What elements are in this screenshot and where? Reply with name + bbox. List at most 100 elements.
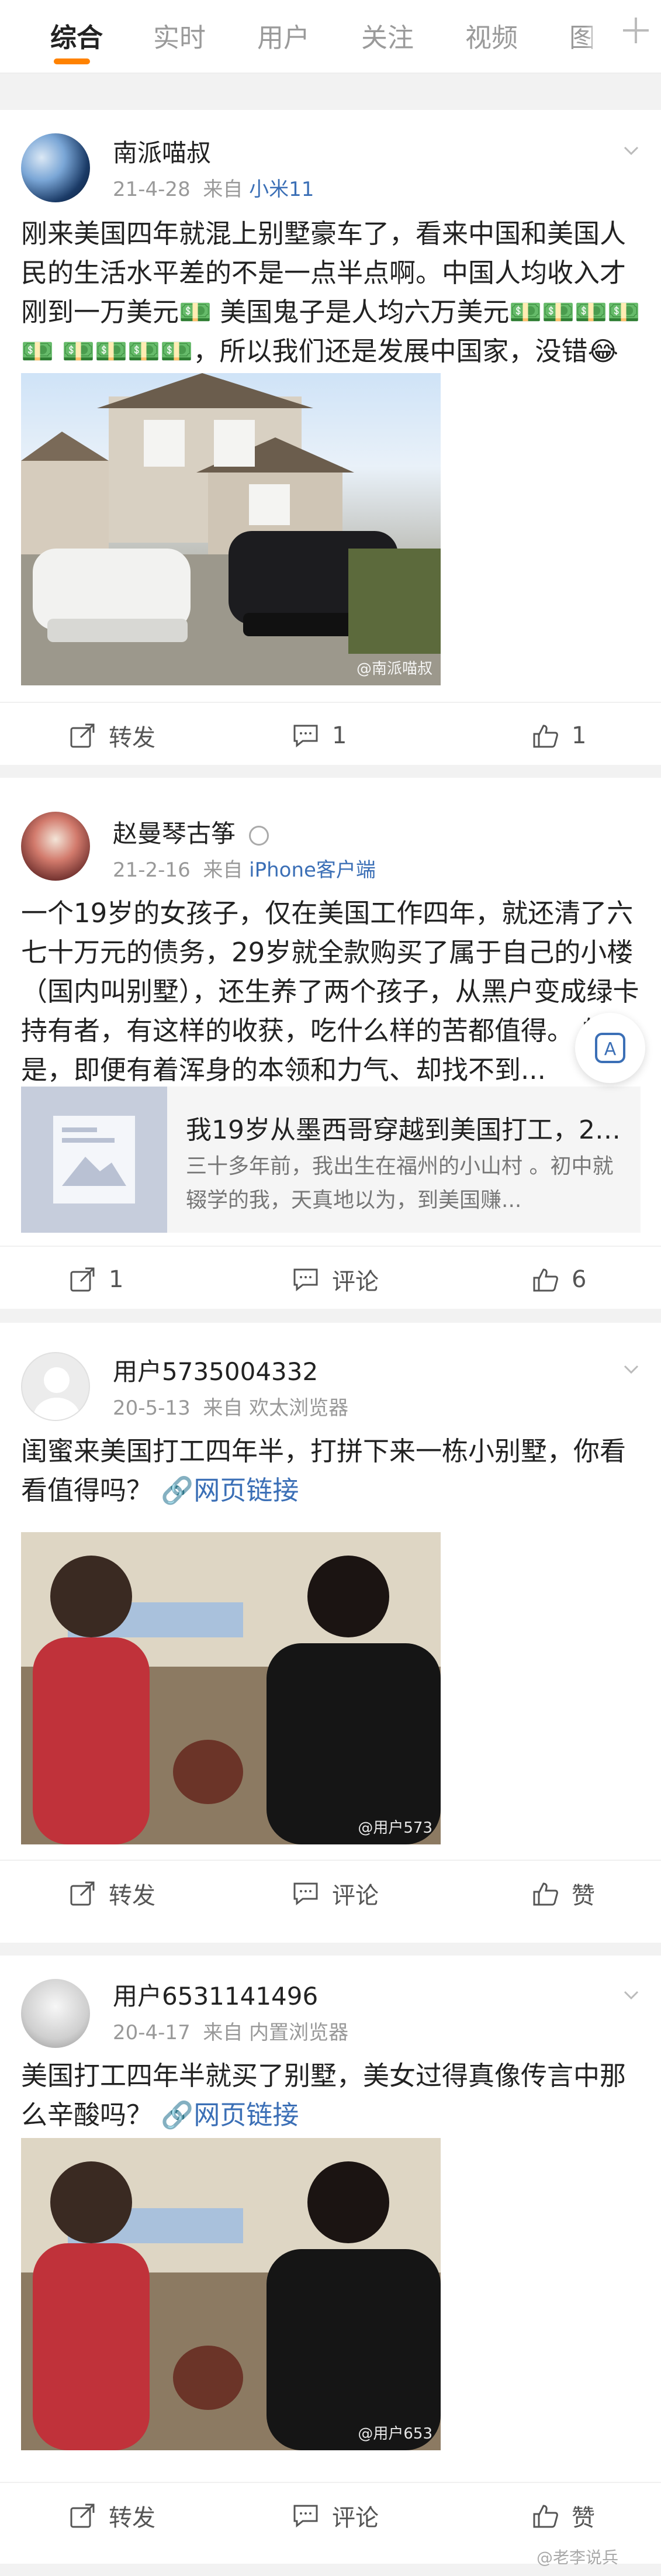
post-image-video[interactable]: @用户573 (21, 1532, 441, 1844)
comment-button[interactable]: 1 (292, 719, 347, 752)
chevron-down-icon[interactable] (622, 1360, 640, 1378)
article-title: 我19岁从墨西哥穿越到美国打工，29岁全款买别墅 (186, 1115, 630, 1145)
avatar[interactable] (21, 812, 90, 881)
thumbs-up-icon (533, 2505, 558, 2528)
footer-watermark: @老李说兵 (537, 2548, 619, 2567)
tab-comprehensive[interactable]: 综合 (50, 16, 103, 54)
action-bar: 转发 评论 赞 (0, 2482, 661, 2546)
username[interactable]: 赵曼琴古筝 (113, 814, 269, 850)
comment-button[interactable]: 评论 (292, 1877, 379, 1910)
web-link[interactable]: 🔗网页链接 (161, 2099, 299, 2130)
post-card: 赵曼琴古筝 21-2-16 来自 iPhone客户端 一个19岁的女孩子，仅在美… (0, 778, 661, 1309)
thumbs-up-icon (533, 1882, 558, 1906)
post-text: 美国打工四年半就买了别墅，美女过得真像传言中那么辛酸吗？ 🔗网页链接 (21, 2056, 641, 2134)
post-source: 内置浏览器 (249, 2021, 349, 2044)
from-label: 来自 (203, 178, 243, 201)
svg-text:A: A (604, 1039, 617, 1060)
repost-button[interactable]: 转发 (69, 1877, 155, 1910)
like-button[interactable]: 1 (532, 719, 586, 752)
like-label: 赞 (572, 2505, 595, 2532)
comment-button[interactable]: 评论 (292, 2499, 379, 2532)
username[interactable]: 用户6531141496 (113, 1977, 318, 2012)
username[interactable]: 南派喵叔 (113, 133, 211, 169)
tab-video[interactable]: 视频 (465, 16, 518, 54)
post-date: 20-4-17 (113, 2021, 191, 2044)
image-watermark: @南派喵叔 (356, 660, 432, 678)
post-source[interactable]: 小米11 (249, 178, 314, 201)
translate-icon: A (595, 1033, 625, 1063)
repost-count: 1 (109, 1266, 124, 1293)
like-button[interactable]: 赞 (532, 1877, 595, 1910)
web-link[interactable]: 🔗网页链接 (161, 1475, 299, 1506)
translate-float-button[interactable]: A (575, 1013, 645, 1083)
post-card: 用户5735004332 20-5-13 来自 欢太浏览器 闺蜜来美国打工四年半… (0, 1323, 661, 1943)
image-watermark: @用户573 (358, 1819, 432, 1837)
repost-button[interactable]: 转发 (69, 719, 155, 752)
action-bar: 转发 1 1 (0, 702, 661, 766)
like-button[interactable]: 6 (532, 1263, 586, 1296)
post-text-body: 美国打工四年半就买了别墅，美女过得真像传言中那么辛酸吗？ (21, 2060, 627, 2130)
post-source[interactable]: iPhone客户端 (249, 858, 376, 882)
post-date: 21-4-28 (113, 178, 191, 201)
thumbs-up-icon (533, 725, 558, 748)
comment-label: 评论 (332, 1268, 379, 1295)
tab-users[interactable]: 用户 (257, 16, 310, 54)
post-text: 闺蜜来美国打工四年半，打拼下来一栋小别墅，你看看值得吗？ 🔗网页链接 (21, 1432, 641, 1510)
web-link-label: 网页链接 (193, 2099, 299, 2130)
from-label: 来自 (203, 858, 243, 882)
thumbs-up-icon (533, 1268, 558, 1292)
web-link-label: 网页链接 (193, 1475, 299, 1506)
from-label: 来自 (203, 1396, 243, 1420)
verified-badge-icon (249, 825, 269, 846)
username[interactable]: 用户5735004332 (113, 1352, 318, 1388)
repost-label: 转发 (109, 2505, 155, 2532)
comment-label: 评论 (332, 1882, 379, 1909)
comment-count: 1 (332, 722, 347, 749)
like-label: 赞 (572, 1882, 595, 1909)
post-source: 欢太浏览器 (249, 1396, 349, 1420)
comment-icon (293, 1882, 318, 1906)
repost-button[interactable]: 转发 (69, 2499, 155, 2532)
share-icon (70, 1267, 95, 1292)
post-date: 21-2-16 (113, 858, 191, 882)
post-image-video[interactable]: @用户653 (21, 2138, 441, 2450)
repost-button[interactable]: 1 (69, 1263, 123, 1296)
article-thumbnail (21, 1087, 167, 1233)
avatar[interactable] (21, 1979, 90, 2048)
post-card: 南派喵叔 21-4-28 来自 小米11 刚来美国四年就混上别墅豪车了，看来中国… (0, 110, 661, 765)
avatar[interactable] (21, 1352, 90, 1421)
post-meta: 21-4-28 来自 小米11 (113, 173, 314, 202)
image-watermark: @用户653 (358, 2425, 432, 2443)
post-card: 用户6531141496 20-4-17 来自 内置浏览器 美国打工四年半就买了… (0, 1956, 661, 2564)
action-bar: 转发 评论 赞 (0, 1860, 661, 1924)
avatar[interactable] (21, 133, 90, 202)
chevron-down-icon[interactable] (622, 142, 640, 159)
post-meta: 20-5-13 来自 欢太浏览器 (113, 1392, 348, 1420)
tab-realtime[interactable]: 实时 (153, 16, 206, 54)
post-text: 一个19岁的女孩子，仅在美国工作四年，就还清了六七十万元的债务，29岁就全款购买… (21, 898, 639, 1085)
top-tab-bar: 综合 实时 用户 关注 视频 图 (0, 0, 661, 74)
article-description: 三十多年前，我出生在福州的小山村 。初中就辍学的我，天真地以为，到美国赚... (186, 1154, 614, 1212)
from-label: 来自 (203, 2021, 243, 2044)
post-date: 20-5-13 (113, 1396, 191, 1420)
post-meta: 20-4-17 来自 内置浏览器 (113, 2016, 348, 2045)
like-count: 1 (572, 722, 587, 749)
tab-following[interactable]: 关注 (361, 16, 414, 54)
comment-icon (293, 1268, 318, 1292)
share-icon (70, 2503, 95, 2528)
post-image-house[interactable]: @南派喵叔 (21, 373, 441, 685)
comment-icon (293, 725, 318, 748)
comment-button[interactable]: 评论 (292, 1263, 379, 1296)
comment-icon (293, 2505, 318, 2528)
username-text: 赵曼琴古筝 (113, 819, 236, 848)
add-tab-icon[interactable] (623, 18, 649, 43)
share-icon (70, 723, 95, 748)
like-button[interactable]: 赞 (532, 2499, 595, 2532)
comment-label: 评论 (332, 2505, 379, 2532)
chevron-down-icon[interactable] (622, 1986, 640, 2003)
repost-label: 转发 (109, 1882, 155, 1909)
article-link-card[interactable]: 我19岁从墨西哥穿越到美国打工，29岁全款买别墅 三十多年前，我出生在福州的小山… (21, 1087, 641, 1233)
share-icon (70, 1881, 95, 1906)
active-tab-indicator (54, 58, 90, 64)
repost-label: 转发 (109, 725, 155, 751)
